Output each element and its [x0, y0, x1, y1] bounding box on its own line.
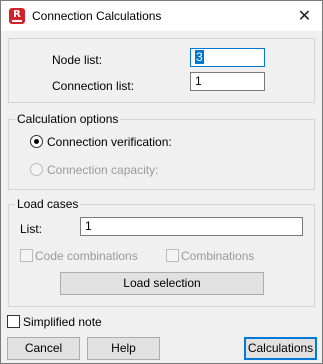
close-icon: ✕ — [297, 6, 312, 25]
calculation-options-title: Calculation options — [15, 112, 121, 126]
combinations-label[interactable]: Combinations — [181, 249, 254, 263]
cancel-button[interactable]: Cancel — [7, 337, 80, 360]
combinations-checkbox[interactable] — [166, 249, 179, 262]
title-bar: R Connection Calculations ✕ — [1, 1, 322, 31]
connection-list-input[interactable]: 1 — [190, 72, 265, 91]
load-cases-title: Load cases — [15, 197, 81, 211]
connection-capacity-radio[interactable] — [30, 163, 43, 176]
radio-selected-dot — [34, 139, 39, 144]
connection-list-label: Connection list: — [52, 79, 135, 93]
load-cases-list-label: List: — [20, 222, 43, 236]
window-title: Connection Calculations — [32, 9, 162, 23]
connection-verification-radio[interactable] — [30, 135, 43, 148]
close-button[interactable]: ✕ — [287, 1, 322, 31]
simplified-note-checkbox[interactable] — [7, 315, 20, 328]
help-button[interactable]: Help — [87, 337, 160, 360]
app-icon-bar — [12, 20, 22, 22]
connection-capacity-label[interactable]: Connection capacity: — [47, 163, 158, 177]
load-cases-list-input[interactable]: 1 — [80, 217, 303, 236]
calculations-button[interactable]: Calculations — [244, 337, 317, 360]
app-icon-letter: R — [13, 9, 21, 20]
load-selection-button[interactable]: Load selection — [60, 272, 264, 295]
node-list-label: Node list: — [52, 53, 103, 67]
node-list-input[interactable]: 3 — [190, 48, 265, 67]
connection-list-value: 1 — [195, 74, 202, 88]
calculation-options-group: Calculation options — [8, 112, 315, 190]
code-combinations-label[interactable]: Code combinations — [35, 249, 138, 263]
list-group — [8, 38, 315, 103]
connection-calculations-dialog: R Connection Calculations ✕ Node list: 3… — [0, 0, 323, 364]
simplified-note-label[interactable]: Simplified note — [23, 315, 102, 329]
robot-app-icon: R — [9, 8, 25, 24]
connection-verification-label[interactable]: Connection verification: — [47, 135, 172, 149]
node-list-value: 3 — [195, 50, 204, 64]
code-combinations-checkbox[interactable] — [20, 249, 33, 262]
load-cases-list-value: 1 — [85, 219, 92, 233]
